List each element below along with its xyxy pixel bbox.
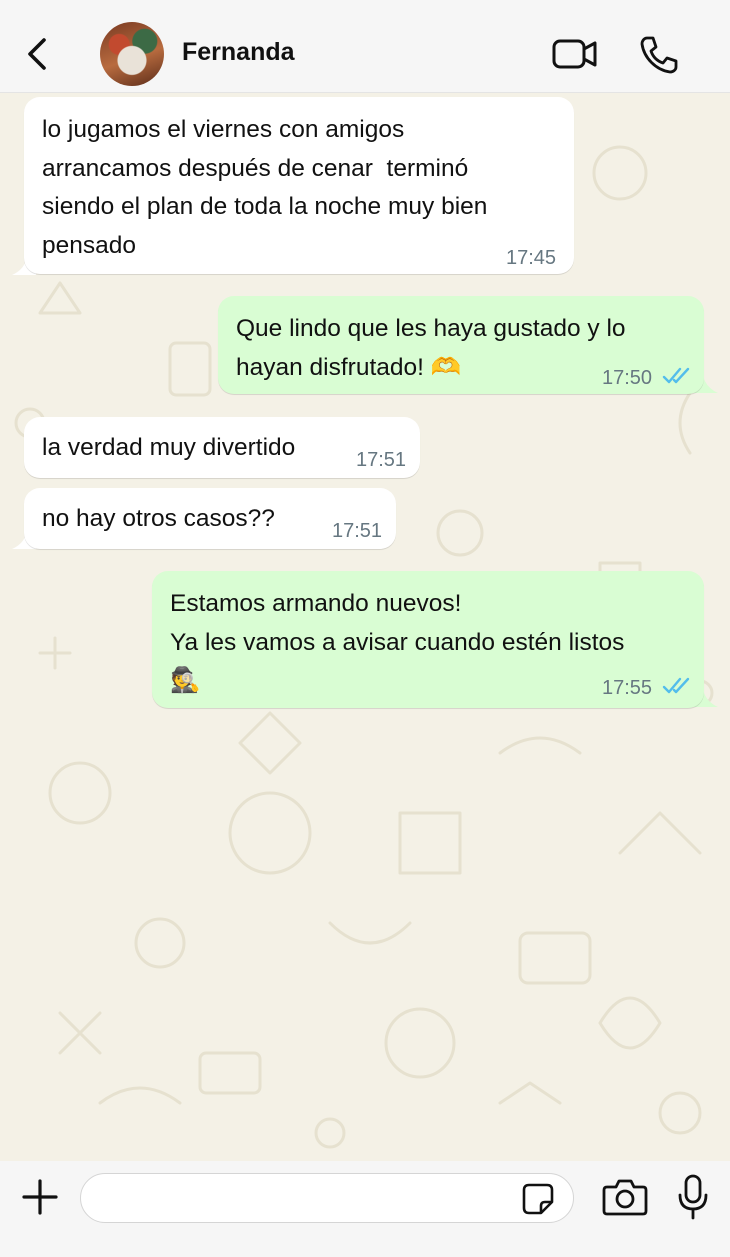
message-text: lo jugamos el viernes con amigos arranca… <box>42 116 488 259</box>
chat-header: Fernanda <box>0 0 730 93</box>
message-text: la verdad muy divertido <box>42 434 296 461</box>
chat-area[interactable]: lo jugamos el viernes con amigos arranca… <box>0 93 730 1161</box>
message-time: 17:45 <box>506 247 557 269</box>
message-bubble-outgoing[interactable]: Que lindo que les haya gustado y lo haya… <box>218 296 704 394</box>
message-text: Que lindo que les haya gustado y lo haya… <box>236 315 626 381</box>
message-time: 17:55 <box>602 677 653 699</box>
phone-icon[interactable] <box>638 34 680 76</box>
message-bubble-incoming[interactable]: no hay otros casos?? 17:51 <box>24 488 396 549</box>
read-double-check-icon <box>662 367 690 384</box>
camera-icon[interactable] <box>602 1177 648 1217</box>
microphone-icon[interactable] <box>676 1173 710 1221</box>
message-time: 17:51 <box>332 520 383 542</box>
message-text: Estamos armando nuevos! Ya les vamos a a… <box>170 590 625 694</box>
message-text: no hay otros casos?? <box>42 505 275 532</box>
back-arrow-icon[interactable] <box>22 34 56 74</box>
plus-icon[interactable] <box>20 1177 60 1217</box>
message-bubble-incoming[interactable]: la verdad muy divertido 17:51 <box>24 417 420 478</box>
message-composer <box>0 1161 730 1257</box>
message-input-box[interactable] <box>80 1173 574 1223</box>
message-time: 17:50 <box>602 367 653 389</box>
message-time: 17:51 <box>356 449 407 471</box>
read-double-check-icon <box>662 677 690 694</box>
contact-name[interactable]: Fernanda <box>182 38 295 67</box>
message-bubble-incoming[interactable]: lo jugamos el viernes con amigos arranca… <box>24 97 574 274</box>
message-bubble-outgoing[interactable]: Estamos armando nuevos! Ya les vamos a a… <box>152 571 704 708</box>
message-input[interactable] <box>95 1182 519 1214</box>
avatar[interactable] <box>100 22 164 86</box>
sticker-icon[interactable] <box>521 1182 555 1216</box>
video-call-icon[interactable] <box>550 36 600 72</box>
